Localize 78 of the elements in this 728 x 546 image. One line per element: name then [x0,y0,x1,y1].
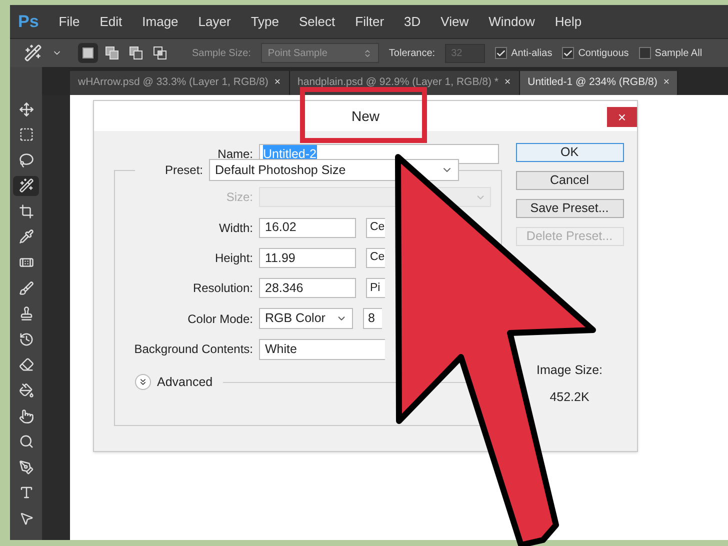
marquee-icon [18,127,34,142]
eraser-icon [18,357,34,372]
field-label: Color Mode: [186,310,254,328]
menu-item[interactable]: 3D [404,12,421,32]
tab-close[interactable]: × [663,75,670,91]
wand-icon [18,178,34,194]
tab-label: wHArrow.psd @ 33.3% (Layer 1, RGB/8) [78,75,268,90]
advanced-label: Advanced [157,374,213,391]
tab-label: Untitled-1 @ 234% (RGB/8) [528,75,658,90]
selection-mode-button[interactable] [78,43,98,63]
menu-item[interactable]: View [440,12,469,32]
checkbox-label: Contiguous [578,46,629,60]
document-tab[interactable]: Untitled-1 @ 234% (RGB/8) × [520,71,678,95]
dialog-button[interactable]: Cancel [516,171,624,190]
intersect-selection-icon [153,46,167,60]
finger-icon [18,408,34,424]
close-button[interactable]: × [607,107,637,127]
pen-icon [18,460,34,475]
sample-size-label: Sample Size: [192,46,251,60]
stamp-icon [18,306,34,322]
checkbox-label: Sample All [654,46,702,60]
image-size-label: Image Size: [536,362,602,379]
tab-label: handplain.psd @ 92.9% (Layer 1, RGB/8) * [298,75,498,90]
magnifier-icon [18,434,34,450]
background-dropdown[interactable]: White [259,338,385,360]
checkbox[interactable] [495,47,508,59]
eyedropper-icon [18,229,34,244]
menu-item[interactable]: File [58,12,80,32]
field-label: Width: [218,220,254,237]
value-field[interactable]: 11.99 [259,248,356,268]
pointer-icon [18,511,34,526]
menu-item[interactable]: Filter [355,12,384,32]
app-logo: Ps [18,10,39,33]
double-chevron-icon [138,377,148,388]
preset-dropdown[interactable]: Default Photoshop Size [209,159,459,181]
value-field[interactable]: 28.346 [259,278,356,298]
tolerance-label: Tolerance: [388,46,436,60]
wand-icon[interactable] [24,44,42,62]
menu-item[interactable]: Type [250,12,280,32]
menu-item[interactable]: Image [142,12,178,32]
menu-item[interactable]: Edit [100,12,122,32]
unit-dropdown[interactable]: Pi [366,278,385,298]
menu-item[interactable]: Help [554,12,582,32]
value-field[interactable]: 16.02 [259,218,356,238]
checkbox[interactable] [638,47,651,59]
history-brush-icon [18,332,34,347]
document-tab[interactable]: wHArrow.psd @ 33.3% (Layer 1, RGB/8) × [70,71,290,95]
expand-button[interactable] [135,374,151,390]
image-size-value: 452.2K [550,388,590,406]
field-label: Height: [214,250,254,267]
checkbox-label: Anti-alias [511,46,552,60]
field-label: Resolution: [192,280,254,298]
add-selection-icon [105,46,119,60]
crop-icon [18,204,34,219]
checkbox[interactable] [562,47,574,59]
menu-item[interactable]: Select [299,12,336,32]
field-label: Size: [225,189,254,206]
unit-dropdown[interactable]: Ce [366,218,385,238]
dialog-button[interactable]: Save Preset... [516,199,624,218]
new-selection-icon [82,47,94,59]
field-label: Background Contents: [133,341,254,358]
paint-bucket-icon [18,383,34,398]
color-mode-dropdown[interactable]: RGB Color [259,308,353,330]
tab-close[interactable]: × [504,75,511,91]
move-icon [18,102,34,116]
lasso-icon [18,152,34,168]
brush-icon [18,280,34,296]
unit-dropdown[interactable]: Ce [366,248,385,268]
type-icon [18,485,34,500]
bit-depth-dropdown[interactable]: 8 [363,308,382,330]
up-down-arrows-icon [362,48,372,58]
dialog-button[interactable]: OK [516,143,624,162]
dialog-title: New [351,106,380,126]
menu-item[interactable]: Layer [198,12,231,32]
tab-close[interactable]: × [274,75,281,91]
subtract-selection-icon [129,46,143,60]
tool-button[interactable] [13,176,39,196]
menu-item[interactable]: Window [488,12,535,32]
